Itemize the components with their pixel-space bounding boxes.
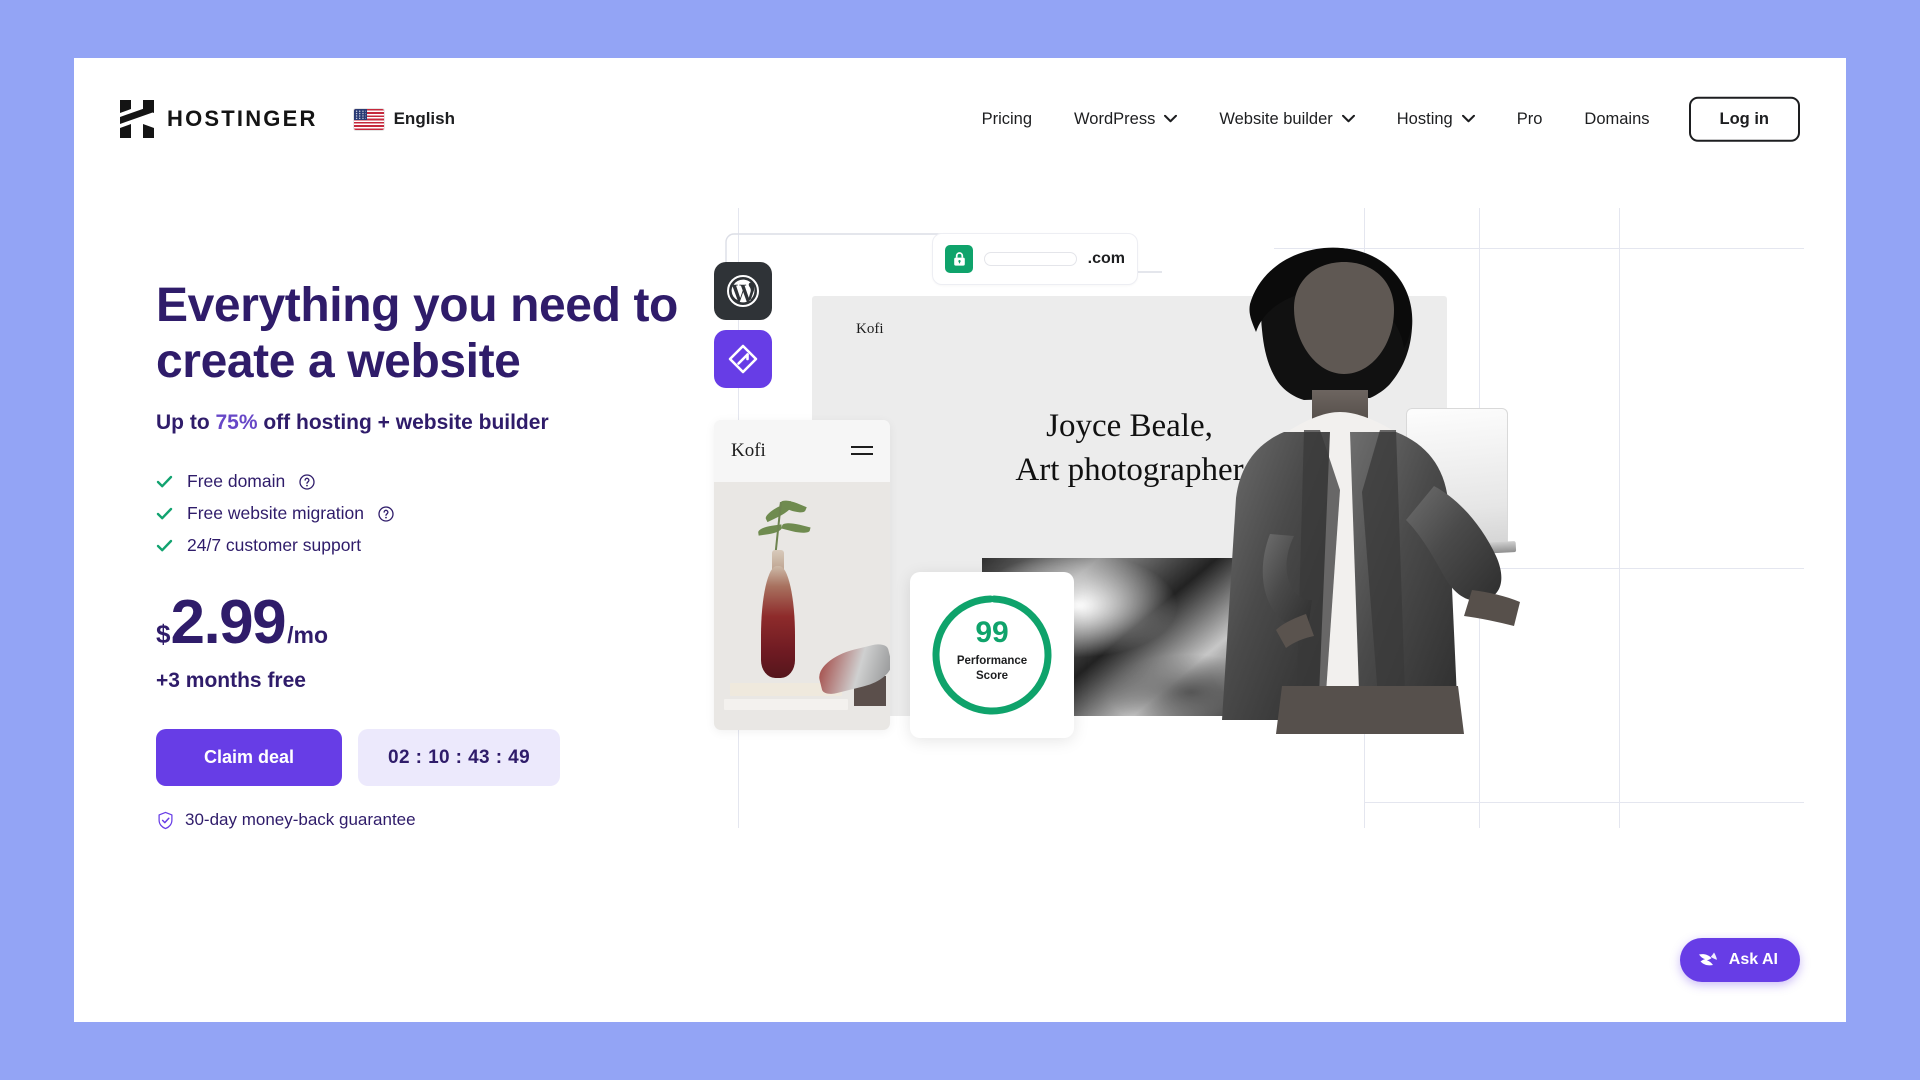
headline-line-2: create a website <box>156 334 521 388</box>
hostinger-logo-lockup[interactable]: HOSTINGER <box>120 100 318 138</box>
us-flag-icon <box>353 108 384 130</box>
nav-item-hosting[interactable]: Hosting <box>1376 100 1496 139</box>
hero-copy-column: Everything you need to create a website … <box>156 278 716 830</box>
performance-score-value: 99 <box>975 616 1009 649</box>
performance-score-label: Performance Score <box>929 654 1055 683</box>
ai-sparkle-icon <box>1698 952 1717 966</box>
price-bonus: +3 months free <box>156 669 306 693</box>
brand-group: HOSTINGER English <box>120 100 455 138</box>
list-item: Free website migration <box>156 503 716 524</box>
language-label: English <box>393 109 455 128</box>
hero-illustration: .com Kofi Joyce Beale, Art photographer … <box>714 208 1804 828</box>
chevron-down-icon <box>1341 115 1355 123</box>
check-icon <box>156 476 173 488</box>
page-title: Everything you need to create a website <box>156 278 716 389</box>
nav-item-pro[interactable]: Pro <box>1496 100 1564 139</box>
nav-item-pricing[interactable]: Pricing <box>961 100 1053 139</box>
price-amount: 2.99 <box>170 588 286 658</box>
lock-icon <box>945 245 973 273</box>
nav-item-label: Pricing <box>981 109 1033 128</box>
nav-item-label: Website builder <box>1219 109 1333 128</box>
mobile-site-mockup: Kofi <box>714 420 890 730</box>
check-icon <box>156 508 173 520</box>
wordpress-icon[interactable] <box>714 262 772 320</box>
hostinger-wordmark: HOSTINGER <box>167 106 318 131</box>
countdown-timer: 02 : 10 : 43 : 49 <box>358 729 561 787</box>
money-back-guarantee: 30-day money-back guarantee <box>156 810 716 830</box>
mobile-site-brand: Kofi <box>731 440 766 461</box>
ask-ai-button[interactable]: Ask AI <box>1679 938 1800 982</box>
hostinger-builder-icon[interactable] <box>714 330 772 388</box>
nav-item-domains[interactable]: Domains <box>1563 100 1670 139</box>
nav-item-wordpress[interactable]: WordPress <box>1053 100 1198 139</box>
score-label-line-2: Score <box>976 669 1008 682</box>
mobile-site-photo <box>714 482 890 730</box>
site-header: HOSTINGER English Pricing WordPress Webs… <box>74 58 1846 180</box>
list-item: Free domain <box>156 471 716 492</box>
headline-line-1: Everything you need to <box>156 279 678 332</box>
nav-item-label: Pro <box>1516 109 1543 128</box>
nav-item-label: Hosting <box>1396 109 1453 128</box>
performance-score-card: 99 Performance Score <box>910 572 1074 738</box>
nav-item-label: WordPress <box>1074 109 1156 128</box>
shield-check-icon <box>158 811 173 829</box>
cta-row: Claim deal 02 : 10 : 43 : 49 <box>156 729 716 787</box>
feature-label: 24/7 customer support <box>187 535 362 556</box>
page-frame: HOSTINGER English Pricing WordPress Webs… <box>74 58 1846 1022</box>
feature-list: Free domain Free website migration 24/7 … <box>156 471 716 556</box>
mobile-site-header: Kofi <box>714 420 890 482</box>
price-block: $ 2.99 /mo <box>156 588 716 658</box>
feature-label: Free website migration <box>187 503 365 524</box>
main-navigation: Pricing WordPress Website builder Hostin… <box>961 96 1800 142</box>
subhead-prefix: Up to <box>156 411 216 435</box>
price-currency: $ <box>156 619 171 650</box>
check-icon <box>156 540 173 552</box>
nav-item-website-builder[interactable]: Website builder <box>1198 100 1375 139</box>
desktop-site-brand: Kofi <box>856 321 884 337</box>
language-selector[interactable]: English <box>353 108 455 130</box>
discount-percent: 75% <box>215 411 258 435</box>
guarantee-label: 30-day money-back guarantee <box>185 810 416 830</box>
chevron-down-icon <box>1164 115 1178 123</box>
person-photo <box>1166 234 1521 734</box>
price-period: /mo <box>287 622 329 649</box>
ask-ai-label: Ask AI <box>1728 951 1778 968</box>
feature-label: Free domain <box>187 471 286 492</box>
hostinger-logo-icon <box>120 100 154 138</box>
domain-input[interactable] <box>984 252 1077 266</box>
hamburger-menu-icon[interactable] <box>851 444 873 458</box>
nav-item-label: Domains <box>1584 109 1650 128</box>
help-circle-icon[interactable] <box>378 506 394 522</box>
score-label-line-1: Performance <box>956 655 1028 667</box>
hero-subheadline: Up to 75% off hosting + website builder <box>156 411 716 435</box>
help-circle-icon[interactable] <box>299 474 315 490</box>
domain-tld-label: .com <box>1087 250 1125 267</box>
chevron-down-icon <box>1461 115 1475 123</box>
claim-deal-button[interactable]: Claim deal <box>156 729 343 787</box>
domain-search-bar[interactable]: .com <box>932 233 1138 285</box>
subhead-suffix: off hosting + website builder <box>257 411 549 435</box>
login-button[interactable]: Log in <box>1688 96 1800 142</box>
list-item: 24/7 customer support <box>156 535 716 556</box>
